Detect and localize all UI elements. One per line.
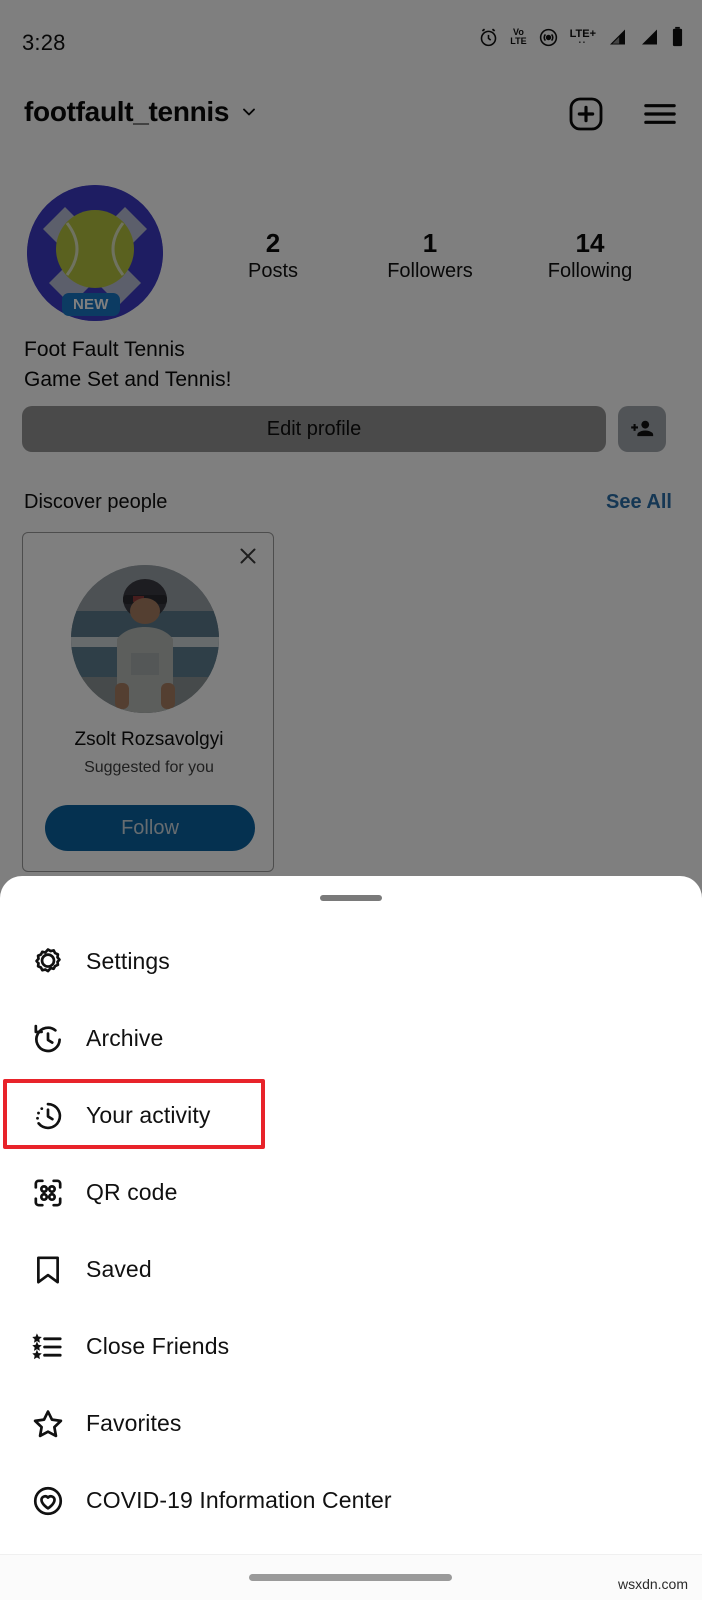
menu-item-label: Saved: [86, 1256, 152, 1282]
menu-item-close-friends[interactable]: Close Friends: [0, 1308, 702, 1385]
star-icon: [26, 1402, 70, 1446]
menu-item-label: QR code: [86, 1179, 178, 1205]
sheet-footer: [0, 1554, 702, 1600]
menu-item-label: Your activity: [86, 1102, 211, 1128]
menu-item-label: Archive: [86, 1025, 164, 1051]
drag-handle[interactable]: [320, 895, 382, 901]
menu-item-label: Favorites: [86, 1410, 182, 1436]
menu-item-label: Close Friends: [86, 1333, 230, 1359]
qr-code-icon: [26, 1171, 70, 1215]
menu-item-settings[interactable]: Settings: [0, 923, 702, 1000]
menu-item-covid-info[interactable]: COVID-19 Information Center: [0, 1462, 702, 1539]
menu-item-your-activity[interactable]: Your activity: [0, 1077, 702, 1154]
covid-heart-icon: [26, 1479, 70, 1523]
archive-clock-icon: [26, 1017, 70, 1061]
menu-item-label: Settings: [86, 948, 170, 974]
menu-list: Settings Archive Your activity QR code S…: [0, 923, 702, 1539]
menu-item-archive[interactable]: Archive: [0, 1000, 702, 1077]
your-activity-clock-icon: [26, 1094, 70, 1138]
gear-icon: [26, 940, 70, 984]
app-screen: 3:28 Vo LTE LTE+ ▪▪: [0, 0, 702, 1600]
watermark: wsxdn.com: [617, 1576, 688, 1592]
home-indicator[interactable]: [249, 1574, 452, 1581]
bookmark-icon: [26, 1248, 70, 1292]
menu-item-label: COVID-19 Information Center: [86, 1487, 392, 1513]
menu-item-saved[interactable]: Saved: [0, 1231, 702, 1308]
close-friends-list-icon: [26, 1325, 70, 1369]
menu-item-qr-code[interactable]: QR code: [0, 1154, 702, 1231]
menu-item-favorites[interactable]: Favorites: [0, 1385, 702, 1462]
bottom-sheet-menu: Settings Archive Your activity QR code S…: [0, 876, 702, 1600]
